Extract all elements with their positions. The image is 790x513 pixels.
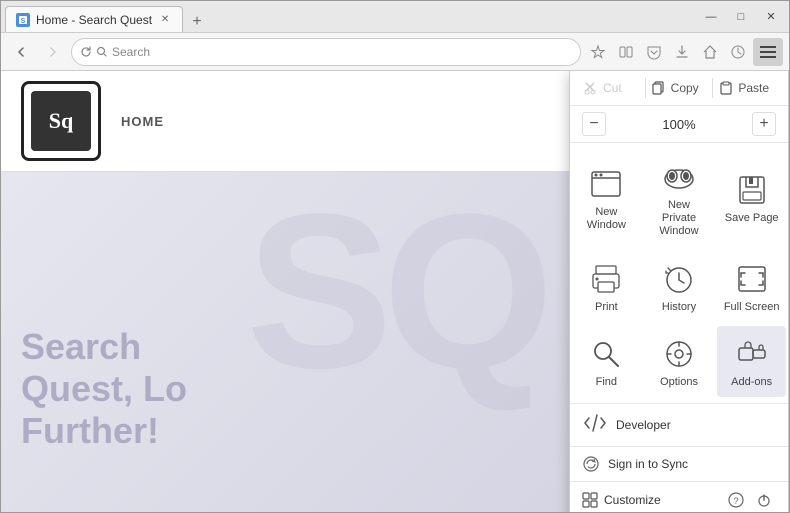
search-icon: [96, 46, 108, 58]
tab-title: Home - Search Quest: [36, 13, 152, 27]
copy-button[interactable]: Copy: [646, 77, 713, 99]
new-tab-button[interactable]: +: [187, 12, 207, 32]
title-bar: S Home - Search Quest ✕ + — □ ✕: [1, 1, 789, 33]
nav-bar: Search: [1, 33, 789, 71]
customize-icon: [582, 492, 598, 508]
svg-text:S: S: [21, 18, 26, 25]
history-icon: [661, 261, 697, 297]
menu-icon-grid: New Window New Private Window Save Page: [570, 143, 788, 403]
mask-icon: [661, 159, 697, 195]
developer-label: Developer: [616, 418, 671, 432]
tab-area: S Home - Search Quest ✕ +: [5, 1, 697, 32]
new-window-menu-item[interactable]: New Window: [572, 149, 641, 247]
reader-view-button[interactable]: [613, 39, 639, 65]
customize-label: Customize: [604, 493, 661, 507]
window-controls: — □ ✕: [697, 6, 785, 28]
new-window-label: New Window: [578, 206, 635, 232]
main-text-line1: Search Quest, Lo: [21, 326, 249, 410]
print-label: Print: [595, 301, 618, 314]
svg-text:?: ?: [733, 496, 738, 506]
options-menu-item[interactable]: Options: [645, 326, 714, 397]
new-private-window-menu-item[interactable]: New Private Window: [645, 149, 714, 247]
sync-icon: [582, 455, 600, 473]
site-logo: Sq: [21, 81, 101, 161]
options-label: Options: [660, 376, 698, 389]
cut-icon: [584, 81, 598, 95]
logo-inner: Sq: [31, 91, 91, 151]
synced-tabs-button[interactable]: [725, 39, 751, 65]
find-menu-item[interactable]: Find: [572, 326, 641, 397]
home-button[interactable]: [697, 39, 723, 65]
add-ons-menu-item[interactable]: Add-ons: [717, 326, 786, 397]
cut-button[interactable]: Cut: [578, 77, 645, 99]
customize-button[interactable]: Customize: [582, 492, 720, 508]
nav-icons: [585, 38, 783, 66]
zoom-out-button[interactable]: −: [582, 112, 606, 136]
full-screen-label: Full Screen: [724, 301, 780, 314]
browser-window: S Home - Search Quest ✕ + — □ ✕ Search: [0, 0, 790, 513]
save-page-menu-item[interactable]: Save Page: [717, 149, 786, 247]
hamburger-dropdown-menu: Cut Copy Paste: [569, 71, 789, 512]
print-menu-item[interactable]: Print: [572, 251, 641, 322]
close-button[interactable]: ✕: [757, 6, 785, 28]
history-menu-item[interactable]: History: [645, 251, 714, 322]
developer-icon: [584, 412, 606, 434]
copy-icon: [652, 81, 666, 95]
search-text: Search: [112, 45, 572, 59]
back-button[interactable]: [7, 38, 35, 66]
sign-in-sync-item[interactable]: Sign in to Sync: [570, 446, 788, 481]
page-nav-label: HOME: [121, 114, 164, 129]
full-screen-menu-item[interactable]: Full Screen: [717, 251, 786, 322]
bottom-row: Customize ?: [570, 481, 788, 512]
save-page-label: Save Page: [725, 212, 779, 225]
download-button[interactable]: [669, 39, 695, 65]
fullscreen-icon: [734, 261, 770, 297]
help-button[interactable]: ?: [724, 488, 748, 512]
address-bar[interactable]: Search: [71, 38, 581, 66]
paste-button[interactable]: Paste: [713, 77, 780, 99]
forward-button[interactable]: [39, 38, 67, 66]
tab-close-button[interactable]: ✕: [158, 13, 172, 27]
clipboard-row: Cut Copy Paste: [570, 71, 788, 106]
options-icon: [661, 336, 697, 372]
find-icon: [588, 336, 624, 372]
add-ons-label: Add-ons: [731, 376, 772, 389]
sign-in-label: Sign in to Sync: [608, 457, 688, 471]
bottom-right-icons: ?: [724, 488, 776, 512]
zoom-in-button[interactable]: +: [752, 112, 776, 136]
hamburger-menu-button[interactable]: [753, 38, 783, 66]
print-icon: [588, 261, 624, 297]
main-text-line2: Further!: [21, 410, 249, 452]
save-icon: [734, 172, 770, 208]
tab-favicon: S: [16, 13, 30, 27]
refresh-icon: [80, 46, 92, 58]
power-button[interactable]: [752, 488, 776, 512]
maximize-button[interactable]: □: [727, 6, 755, 28]
bookmark-star-button[interactable]: [585, 39, 611, 65]
minimize-button[interactable]: —: [697, 6, 725, 28]
pocket-button[interactable]: [641, 39, 667, 65]
browser-content: SQ Sq HOME Search Quest, Lo Further!: [1, 71, 789, 512]
find-label: Find: [596, 376, 617, 389]
history-label: History: [662, 301, 696, 314]
addons-icon: [734, 336, 770, 372]
paste-icon: [719, 81, 733, 95]
developer-menu-item[interactable]: Developer: [570, 403, 788, 446]
page-main-text: Search Quest, Lo Further!: [21, 326, 249, 452]
window-icon: [588, 166, 624, 202]
active-tab[interactable]: S Home - Search Quest ✕: [5, 6, 183, 32]
zoom-row: − 100% +: [570, 106, 788, 143]
new-private-window-label: New Private Window: [651, 199, 708, 239]
zoom-value: 100%: [614, 117, 744, 132]
